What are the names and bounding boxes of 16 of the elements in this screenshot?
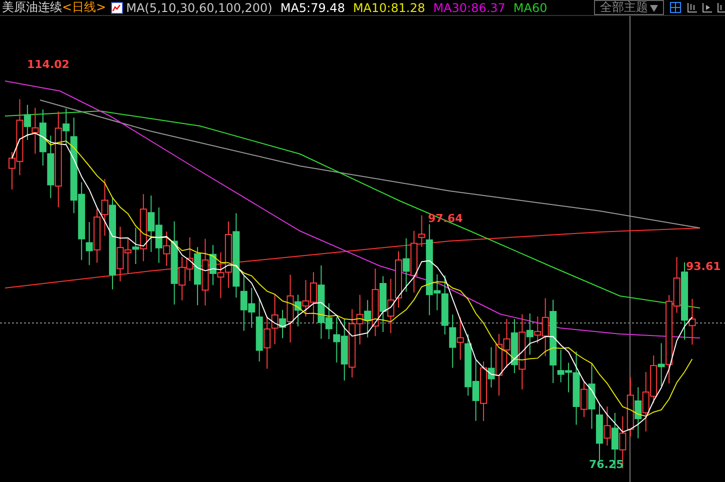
instrument-title: 美原油连续 — [2, 0, 62, 16]
line-chart-icon[interactable] — [111, 2, 124, 14]
moving-average-value: MA10:81.28 — [352, 0, 426, 14]
chart-tool-icon[interactable] — [687, 2, 698, 13]
indicator-label: MA(5,10,30,60,100,200) — [126, 0, 272, 14]
moving-average-value: MA60 — [513, 0, 548, 14]
price-label: 93.61 — [686, 260, 721, 273]
crosshair-icon[interactable] — [670, 2, 681, 13]
period-label[interactable]: <日线> — [62, 0, 106, 16]
caret-icon — [650, 4, 658, 12]
moving-average-value: MA5:79.48 — [280, 0, 345, 14]
play-icon[interactable] — [702, 2, 713, 13]
price-label: 114.02 — [27, 58, 70, 71]
chart-tool-icon[interactable] — [717, 2, 725, 13]
moving-average-value: MA30:86.37 — [433, 0, 506, 14]
theme-dropdown[interactable]: 全部主题 — [594, 0, 664, 15]
